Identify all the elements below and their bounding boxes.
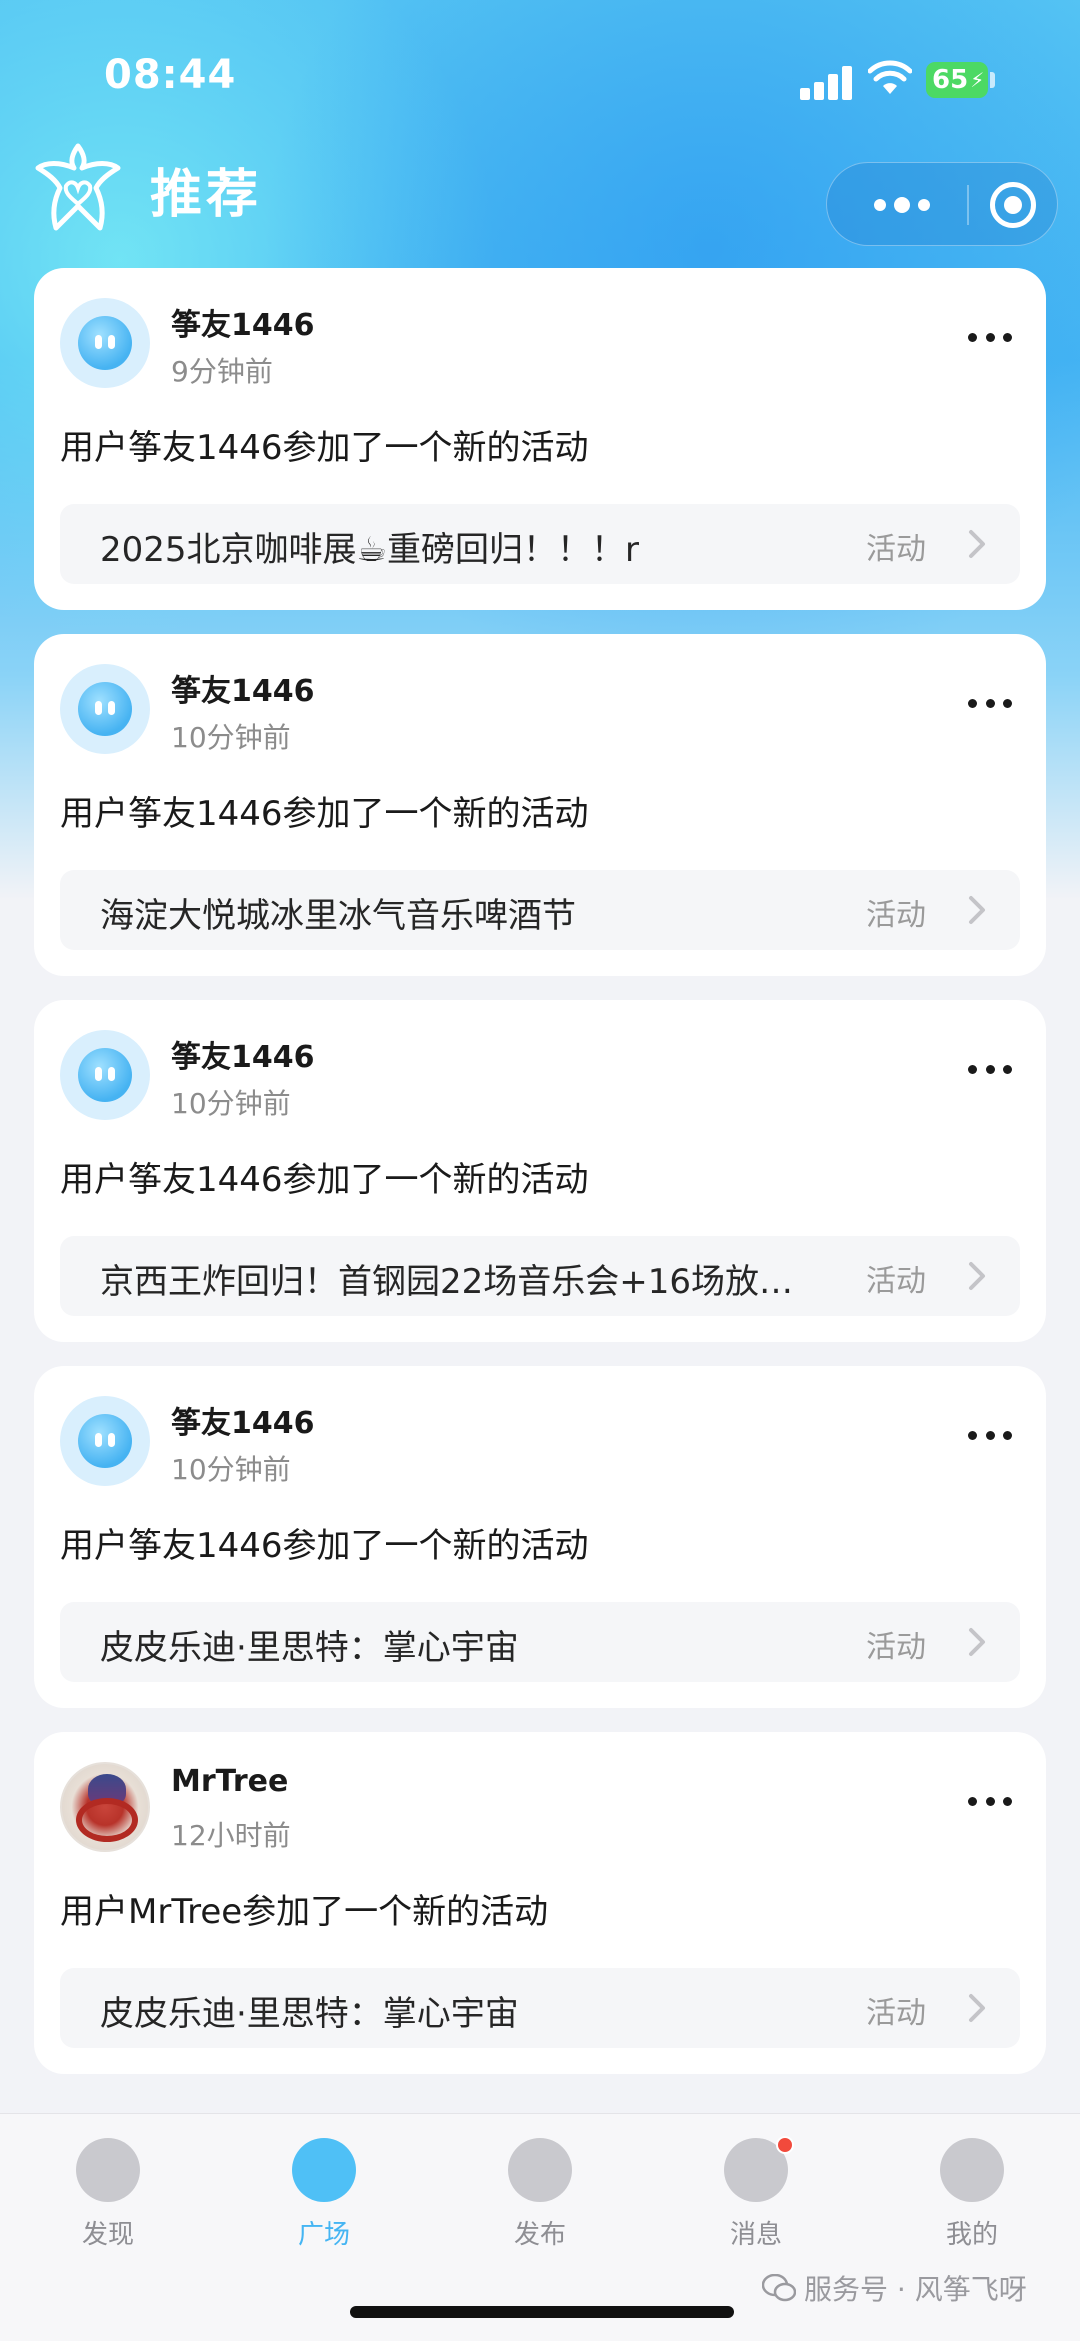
activity-tag: 活动 <box>866 532 926 567</box>
username[interactable]: 筝友1446 <box>171 666 315 710</box>
activity-link[interactable]: 海淀大悦城冰里冰气音乐啤酒节 活动 <box>60 870 1020 950</box>
tab-label: 发布 <box>513 2220 566 2250</box>
post-time: 12小时前 <box>171 1819 291 1852</box>
feed-card[interactable]: 筝友1446 10分钟前用户筝友1446参加了一个新的活动海淀大悦城冰里冰气音乐啤… <box>34 634 1046 976</box>
close-miniprogram-button[interactable] <box>990 182 1036 228</box>
post-time: 10分钟前 <box>171 1453 291 1486</box>
activity-tag: 活动 <box>866 1264 926 1299</box>
chevron-right-icon <box>969 1994 985 2022</box>
tab-message[interactable]: 消息 <box>676 2136 836 2258</box>
profile-icon <box>940 2138 1004 2202</box>
more-menu-icon[interactable] <box>968 330 1012 344</box>
avatar[interactable] <box>60 1396 150 1486</box>
feed-card[interactable]: MrTree 12小时前用户MrTree参加了一个新的活动皮皮乐迪·里思特：掌心宇… <box>34 1732 1046 2074</box>
watermark-text: 服务号 · 风筝飞呀 <box>804 2273 1027 2306</box>
page-title: 推荐 <box>150 165 263 225</box>
unread-badge <box>776 2136 794 2154</box>
activity-link[interactable]: 京西王炸回归！首钢园22场音乐会+16场放… 活动 <box>60 1236 1020 1316</box>
activity-title: 2025北京咖啡展☕重磅回归！！！r <box>100 530 639 570</box>
post-text: 用户筝友1446参加了一个新的活动 <box>60 1160 589 1200</box>
tab-label: 我的 <box>945 2220 998 2250</box>
tab-profile[interactable]: 我的 <box>892 2138 1052 2258</box>
username[interactable]: MrTree <box>171 1764 288 1799</box>
activity-link[interactable]: 皮皮乐迪·里思特：掌心宇宙 活动 <box>60 1968 1020 2048</box>
battery-icon: 65 ⚡ <box>926 62 988 98</box>
username[interactable]: 筝友1446 <box>171 1398 315 1442</box>
activity-title: 海淀大悦城冰里冰气音乐啤酒节 <box>100 896 576 936</box>
post-text: 用户筝友1446参加了一个新的活动 <box>60 1526 589 1566</box>
page-header: 推荐 <box>0 130 1080 250</box>
post-time: 10分钟前 <box>171 1087 291 1120</box>
chevron-right-icon <box>969 1262 985 1290</box>
compass-icon <box>292 2138 356 2202</box>
more-menu-icon[interactable] <box>968 1428 1012 1442</box>
tab-planet[interactable]: 发现 <box>28 2138 188 2258</box>
post-text: 用户MrTree参加了一个新的活动 <box>60 1892 549 1932</box>
post-text: 用户筝友1446参加了一个新的活动 <box>60 794 589 834</box>
kite-logo-icon <box>35 143 121 231</box>
status-time: 08:44 <box>104 52 237 98</box>
tab-label: 消息 <box>729 2220 782 2250</box>
chevron-right-icon <box>969 1628 985 1656</box>
watermark: 服务号 · 风筝飞呀 <box>762 2268 1027 2308</box>
tab-compass[interactable]: 广场 <box>244 2138 404 2258</box>
avatar[interactable] <box>60 1762 150 1852</box>
more-options-button[interactable] <box>857 187 947 223</box>
planet-icon <box>76 2138 140 2202</box>
more-menu-icon[interactable] <box>968 1794 1012 1808</box>
more-menu-icon[interactable] <box>968 696 1012 710</box>
post-time: 10分钟前 <box>171 721 291 754</box>
plus-icon <box>508 2138 572 2202</box>
avatar[interactable] <box>60 1030 150 1120</box>
post-text: 用户筝友1446参加了一个新的活动 <box>60 428 589 468</box>
tab-label: 发现 <box>81 2220 134 2250</box>
username[interactable]: 筝友1446 <box>171 1032 315 1076</box>
wechat-icon <box>762 2274 796 2302</box>
tab-label: 广场 <box>297 2220 350 2250</box>
home-indicator[interactable] <box>350 2306 734 2318</box>
avatar[interactable] <box>60 298 150 388</box>
cellular-signal-icon <box>800 64 854 100</box>
activity-link[interactable]: 皮皮乐迪·里思特：掌心宇宙 活动 <box>60 1602 1020 1682</box>
miniprogram-capsule <box>826 162 1058 246</box>
username[interactable]: 筝友1446 <box>171 300 315 344</box>
feed-card[interactable]: 筝友1446 10分钟前用户筝友1446参加了一个新的活动京西王炸回归！首钢园22… <box>34 1000 1046 1342</box>
activity-feed: 筝友1446 9分钟前用户筝友1446参加了一个新的活动 2025北京咖啡展☕重磅回… <box>34 268 1046 2098</box>
feed-card[interactable]: 筝友1446 9分钟前用户筝友1446参加了一个新的活动 2025北京咖啡展☕重磅回… <box>34 268 1046 610</box>
status-bar: 08:44 65 ⚡ <box>0 0 1080 140</box>
post-time: 9分钟前 <box>171 355 273 388</box>
activity-link[interactable]: 2025北京咖啡展☕重磅回归！！！r 活动 <box>60 504 1020 584</box>
avatar[interactable] <box>60 664 150 754</box>
feed-card[interactable]: 筝友1446 10分钟前用户筝友1446参加了一个新的活动皮皮乐迪·里思特：掌心宇… <box>34 1366 1046 1708</box>
battery-level: 65 <box>932 65 969 95</box>
activity-tag: 活动 <box>866 1996 926 2031</box>
more-menu-icon[interactable] <box>968 1062 1012 1076</box>
activity-title: 皮皮乐迪·里思特：掌心宇宙 <box>100 1628 519 1668</box>
activity-tag: 活动 <box>866 898 926 933</box>
chevron-right-icon <box>969 896 985 924</box>
app-screen: 08:44 65 ⚡ 推荐 筝友1446 9分钟前用户筝友1446参加了一个新的活动… <box>0 0 1080 2341</box>
activity-title: 京西王炸回归！首钢园22场音乐会+16场放… <box>100 1262 794 1302</box>
tab-plus[interactable]: 发布 <box>460 2138 620 2258</box>
chevron-right-icon <box>969 530 985 558</box>
wifi-icon <box>868 60 912 94</box>
activity-title: 皮皮乐迪·里思特：掌心宇宙 <box>100 1994 519 2034</box>
activity-tag: 活动 <box>866 1630 926 1665</box>
